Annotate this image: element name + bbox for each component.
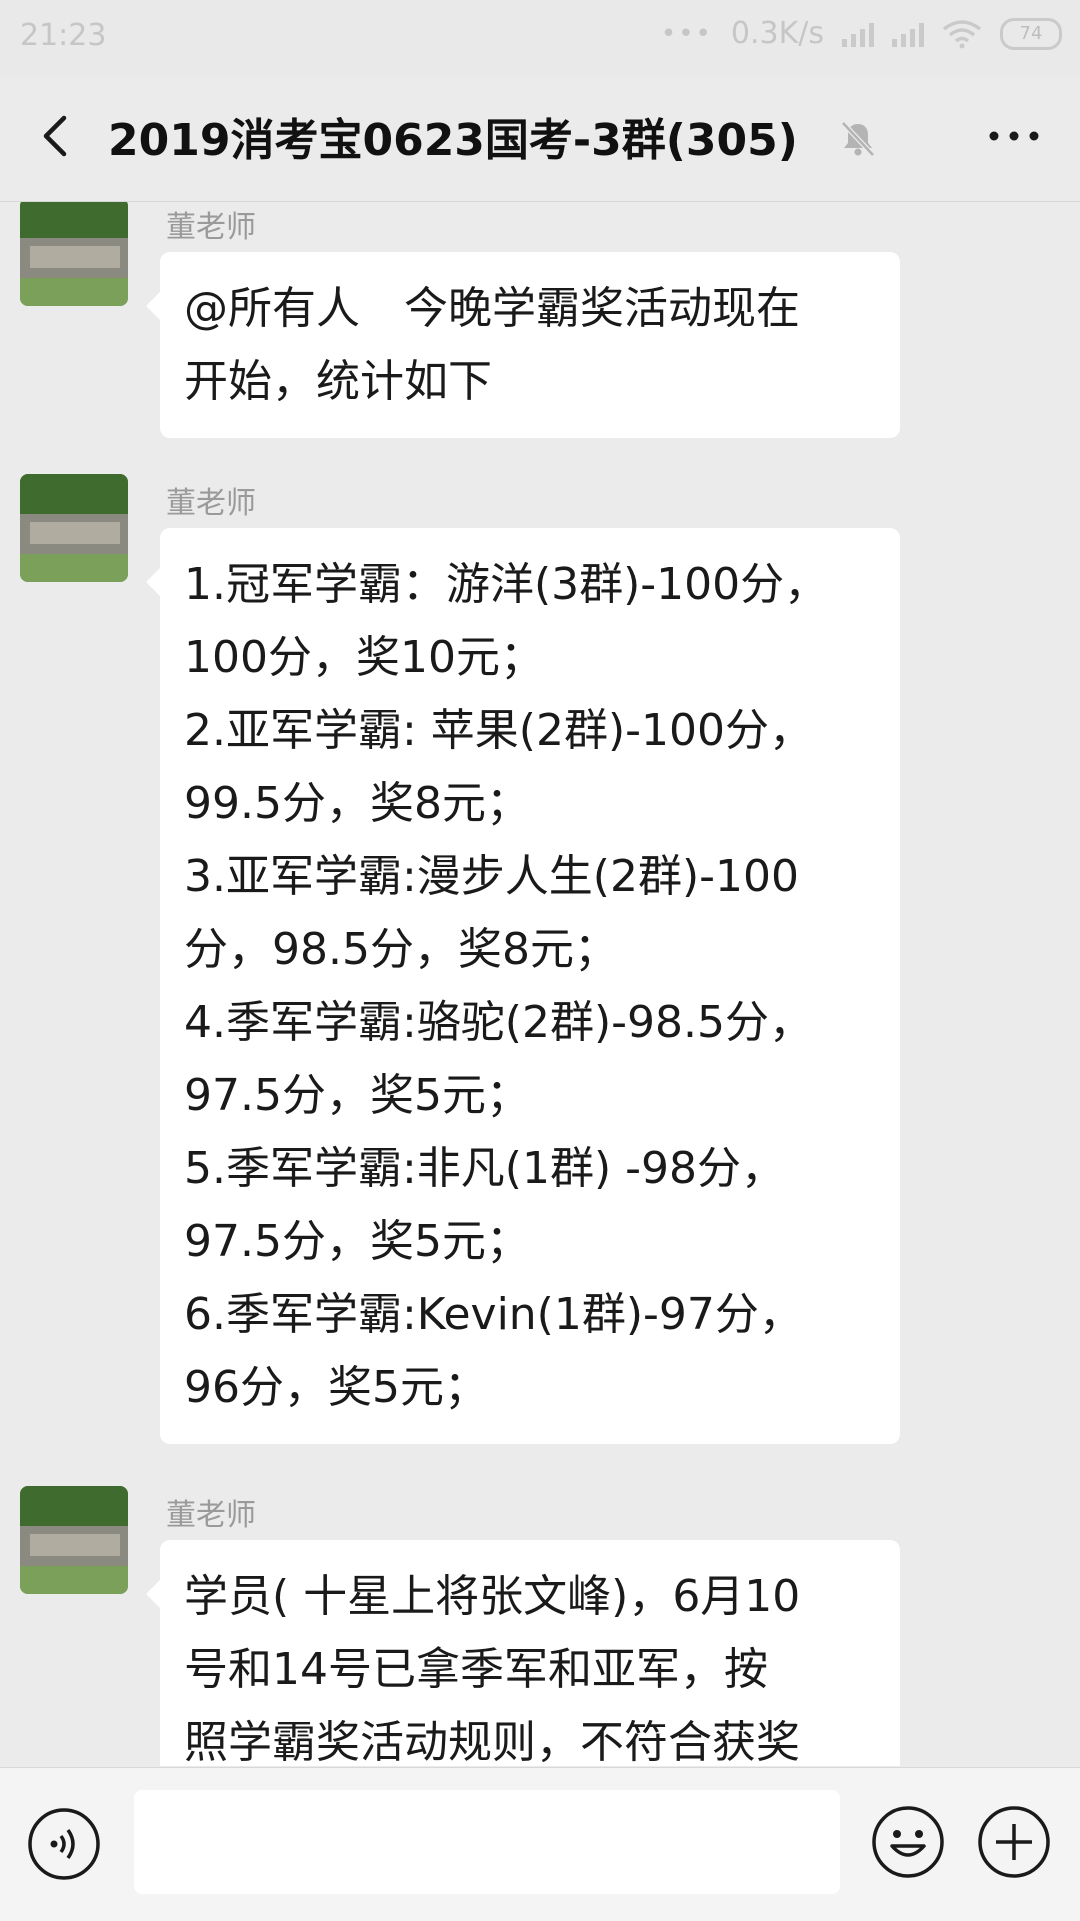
message-line: 分，98.5分，奖8元； [184, 924, 618, 975]
message-line: 97.5分，奖5元； [184, 1216, 530, 1267]
message-line: 3.亚军学霸:漫步人生(2群)-100 [184, 851, 799, 902]
emoji-icon[interactable] [870, 1804, 946, 1880]
message-line: 100分，奖10元； [184, 632, 544, 683]
message-line: 号和14号已拿季军和亚军，按 [184, 1644, 768, 1695]
avatar[interactable] [20, 474, 128, 582]
message-line: 5.季军学霸:非凡(1群) -98分， [184, 1143, 785, 1194]
message-line: @所有人 今晚学霸奖活动现在 [184, 283, 800, 334]
message-line: 97.5分，奖5元； [184, 1070, 530, 1121]
message-line: 2.亚军学霸: 苹果(2群)-100分， [184, 705, 813, 756]
chat-title: 2019消考宝0623国考-3群(305) [108, 115, 798, 166]
signal-icon [842, 21, 874, 47]
mute-bell-icon [841, 121, 875, 157]
chat-header: 2019消考宝0623国考-3群(305) [0, 76, 1080, 202]
avatar[interactable] [20, 1486, 128, 1594]
status-bar: 21:23 ••• 0.3K/s 74 [0, 0, 1080, 76]
back-icon[interactable] [28, 106, 88, 166]
message-line: 照学霸奖活动规则，不符合获奖 [184, 1717, 800, 1766]
message-line: 6.季军学霸:Kevin(1群)-97分， [184, 1289, 803, 1340]
plus-icon[interactable] [976, 1804, 1052, 1880]
message-list[interactable]: 董老师 @所有人 今晚学霸奖活动现在 开始，统计如下 董老师 1.冠军学霸：游洋… [0, 202, 1080, 1766]
message-line: 1.冠军学霸：游洋(3群)-100分， [184, 559, 829, 610]
sender-name: 董老师 [166, 210, 256, 245]
message-line: 开始，统计如下 [184, 356, 492, 407]
status-indicators: ••• 0.3K/s 74 [661, 16, 1062, 51]
message-line: 96分，奖5元； [184, 1362, 488, 1413]
input-bar [0, 1767, 1080, 1921]
message-bubble[interactable]: 1.冠军学霸：游洋(3群)-100分， 100分，奖10元； 2.亚军学霸: 苹… [146, 528, 900, 1444]
voice-icon[interactable] [26, 1806, 102, 1882]
status-dots: ••• [660, 18, 713, 49]
sender-name: 董老师 [166, 1498, 256, 1533]
more-icon[interactable] [982, 116, 1046, 156]
signal-icon-2 [892, 21, 924, 47]
message-input[interactable] [134, 1790, 840, 1894]
wifi-icon [942, 19, 982, 48]
message-line: 4.季军学霸:骆驼(2群)-98.5分， [184, 997, 813, 1048]
status-time: 21:23 [20, 18, 107, 53]
sender-name: 董老师 [166, 486, 256, 521]
message-line: 学员( 十星上将张文峰)，6月10 [184, 1571, 801, 1622]
message-bubble[interactable]: @所有人 今晚学霸奖活动现在 开始，统计如下 [146, 252, 900, 438]
message-bubble[interactable]: 学员( 十星上将张文峰)，6月10 号和14号已拿季军和亚军，按 照学霸奖活动规… [146, 1540, 900, 1766]
network-speed: 0.3K/s [730, 16, 824, 51]
avatar[interactable] [20, 202, 128, 306]
battery-icon: 74 [1000, 17, 1062, 50]
message-line: 99.5分，奖8元； [184, 778, 530, 829]
